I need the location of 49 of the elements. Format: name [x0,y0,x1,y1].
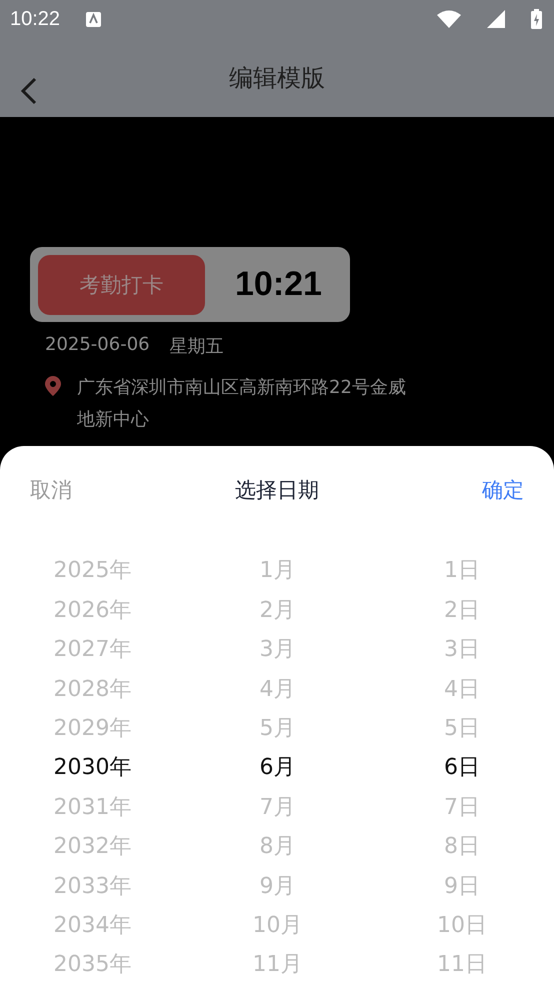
picker-option[interactable]: 1日 [444,550,480,590]
picker-option[interactable]: 2031年 [54,787,132,826]
page-title: 编辑模版 [229,62,325,94]
battery-icon [531,9,542,30]
picker-option[interactable]: 6日 [444,748,480,788]
sheet-title: 选择日期 [235,476,319,504]
picker-option[interactable]: 9月 [260,866,296,906]
picker-option[interactable]: 6月 [260,748,296,788]
picker-option[interactable]: 5月 [260,708,296,748]
picker-option[interactable]: 10月 [252,905,302,945]
picker-option[interactable]: 2日 [444,590,480,630]
weekday-text: 星期五 [170,335,224,358]
picker-option[interactable]: 2032年 [54,826,132,866]
picker-option[interactable]: 2033年 [54,866,132,906]
picker-option[interactable]: 11月 [252,944,302,984]
address-text: 广东省深圳市南山区高新南环路22号金威地新中心 [77,376,407,432]
date-text: 2025-06-06 [45,334,150,358]
picker-option[interactable]: 7日 [444,787,480,826]
cancel-button[interactable]: 取消 [30,476,72,504]
picker-option[interactable]: 7月 [260,787,296,826]
location-pin-icon [45,376,61,396]
status-time: 10:22 [10,8,60,31]
picker-option[interactable]: 2030年 [54,748,132,788]
picker-option[interactable]: 2029年 [54,708,132,748]
picker-option[interactable]: 2035年 [54,944,132,984]
picker-option[interactable]: 2026年 [54,590,132,630]
back-icon[interactable] [20,76,38,104]
picker-option[interactable]: 8日 [444,826,480,866]
picker-option[interactable]: 1月 [260,550,296,590]
picker-option[interactable]: 2028年 [54,668,132,708]
wifi-icon [437,10,461,28]
picker-option[interactable]: 3月 [260,629,296,669]
picker-option[interactable]: 4日 [444,668,480,708]
picker-option[interactable]: 9日 [444,866,480,906]
picker-option[interactable]: 11日 [437,944,487,984]
picker-option[interactable]: 2027年 [54,629,132,669]
confirm-button[interactable]: 确定 [482,476,524,504]
picker-option[interactable]: 2025年 [54,550,132,590]
picker-option[interactable]: 4月 [260,668,296,708]
picker-option[interactable]: 2034年 [54,905,132,945]
signal-icon [487,10,505,28]
clock-time: 10:21 [235,265,322,304]
picker-option[interactable]: 2月 [260,590,296,630]
keyboard-icon [86,12,102,27]
picker-option[interactable]: 8月 [260,826,296,866]
picker-option[interactable]: 5日 [444,708,480,748]
clock-in-button[interactable]: 考勤打卡 [38,254,205,315]
picker-option[interactable]: 10日 [437,905,487,945]
picker-option[interactable]: 3日 [444,629,480,669]
